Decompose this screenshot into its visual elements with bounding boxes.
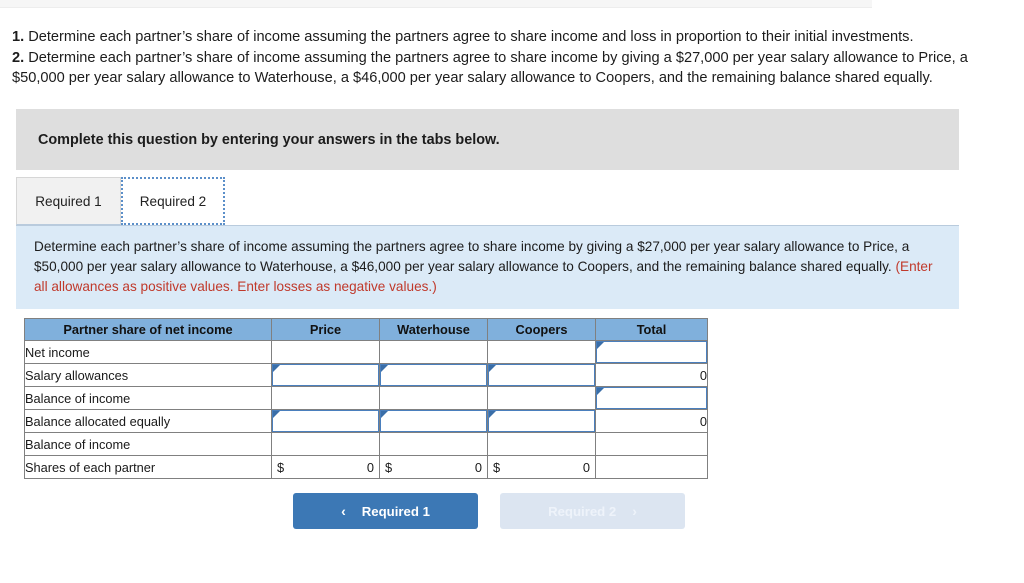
cell-price xyxy=(271,340,380,365)
row-label: Balance of income xyxy=(24,386,272,411)
cell-coopers[interactable] xyxy=(487,363,596,388)
currency-symbol: $ xyxy=(277,459,285,475)
answer-table-wrapper: Partner share of net income Price Waterh… xyxy=(24,318,1012,480)
cell-coopers xyxy=(487,432,596,457)
tab-required-1-label: Required 1 xyxy=(35,193,102,209)
input-cell-price[interactable] xyxy=(272,364,379,387)
tab-required-2-label: Required 2 xyxy=(139,193,207,209)
chevron-right-icon: › xyxy=(632,503,637,520)
currency-symbol: $ xyxy=(493,459,501,475)
cell-coopers xyxy=(487,386,596,411)
table-body: Net income Salary allowances 0 Balance of i… xyxy=(24,340,708,480)
tab-bar: Required 1 Required 2 xyxy=(16,177,959,226)
cell-total xyxy=(595,455,708,480)
header-total: Total xyxy=(595,318,708,342)
input-cell-total[interactable] xyxy=(596,341,707,364)
cell-waterhouse xyxy=(379,386,488,411)
cell-value: 0 xyxy=(366,459,374,475)
cell-total xyxy=(595,432,708,457)
cell-price[interactable] xyxy=(271,363,380,388)
cell-total: 0 xyxy=(595,409,708,434)
question-1-number: 1. xyxy=(12,29,25,45)
cell-price: $0 xyxy=(271,455,380,480)
cell-total: 0 xyxy=(595,363,708,388)
table-row: Balance allocated equally 0 xyxy=(24,409,708,434)
instruction-panel: Determine each partner’s share of income… xyxy=(16,225,959,310)
exercise-page: 1. Determine each partner’s share of inc… xyxy=(0,7,1024,583)
table-row: Balance of income xyxy=(24,386,708,411)
table-row: Shares of each partner $0 $0 $0 xyxy=(24,455,708,480)
prev-required-1-button[interactable]: ‹ Required 1 xyxy=(293,493,478,530)
navigation-buttons: ‹ Required 1 Required 2 › xyxy=(12,493,1012,530)
cell-coopers xyxy=(487,340,596,365)
row-label: Net income xyxy=(24,340,272,365)
input-cell-coopers[interactable] xyxy=(488,364,595,387)
question-1-text: Determine each partner’s share of income… xyxy=(24,29,914,45)
currency-symbol: $ xyxy=(385,459,393,475)
cell-waterhouse xyxy=(379,432,488,457)
complete-question-text: Complete this question by entering your … xyxy=(38,131,500,148)
cell-waterhouse xyxy=(379,340,488,365)
cell-price[interactable] xyxy=(271,409,380,434)
table-row: Balance of income xyxy=(24,432,708,457)
cell-total[interactable] xyxy=(595,340,708,365)
instruction-text: Determine each partner’s share of income… xyxy=(34,239,910,275)
cell-total[interactable] xyxy=(595,386,708,411)
question-2-text: Determine each partner’s share of income… xyxy=(12,49,968,87)
input-cell-waterhouse[interactable] xyxy=(380,410,487,433)
question-2-number: 2. xyxy=(12,49,25,66)
chevron-left-icon: ‹ xyxy=(341,503,346,520)
cell-value: 0 xyxy=(474,459,482,475)
row-label: Balance of income xyxy=(24,432,272,457)
next-button-label: Required 2 xyxy=(548,503,617,519)
cell-waterhouse: $0 xyxy=(379,455,488,480)
question-list: 1. Determine each partner’s share of inc… xyxy=(12,27,1012,89)
cell-waterhouse[interactable] xyxy=(379,363,488,388)
complete-question-banner: Complete this question by entering your … xyxy=(16,109,959,171)
table-row: Salary allowances 0 xyxy=(24,363,708,388)
cell-coopers: $0 xyxy=(487,455,596,480)
cell-waterhouse[interactable] xyxy=(379,409,488,434)
input-cell-price[interactable] xyxy=(272,410,379,433)
table-header-row: Partner share of net income Price Waterh… xyxy=(24,318,708,342)
input-cell-waterhouse[interactable] xyxy=(380,364,487,387)
header-waterhouse: Waterhouse xyxy=(379,318,488,342)
next-required-2-button[interactable]: Required 2 › xyxy=(500,493,685,530)
row-label: Salary allowances xyxy=(24,363,272,388)
partner-income-table: Partner share of net income Price Waterh… xyxy=(24,318,708,480)
question-2: 2. Determine each partner’s share of inc… xyxy=(12,48,1012,89)
prev-button-label: Required 1 xyxy=(361,503,430,519)
cell-price xyxy=(271,432,380,457)
header-partner-share: Partner share of net income xyxy=(24,318,272,342)
row-label: Shares of each partner xyxy=(24,455,272,480)
tab-required-1[interactable]: Required 1 xyxy=(16,177,121,226)
input-cell-total[interactable] xyxy=(596,387,707,410)
header-price: Price xyxy=(271,318,380,342)
cell-price xyxy=(271,386,380,411)
input-cell-coopers[interactable] xyxy=(488,410,595,433)
table-row: Net income xyxy=(24,340,708,365)
question-1: 1. Determine each partner’s share of inc… xyxy=(12,27,1012,48)
row-label: Balance allocated equally xyxy=(24,409,272,434)
cell-coopers[interactable] xyxy=(487,409,596,434)
tab-required-2[interactable]: Required 2 xyxy=(121,177,225,226)
cell-value: 0 xyxy=(582,459,590,475)
header-coopers: Coopers xyxy=(487,318,596,342)
